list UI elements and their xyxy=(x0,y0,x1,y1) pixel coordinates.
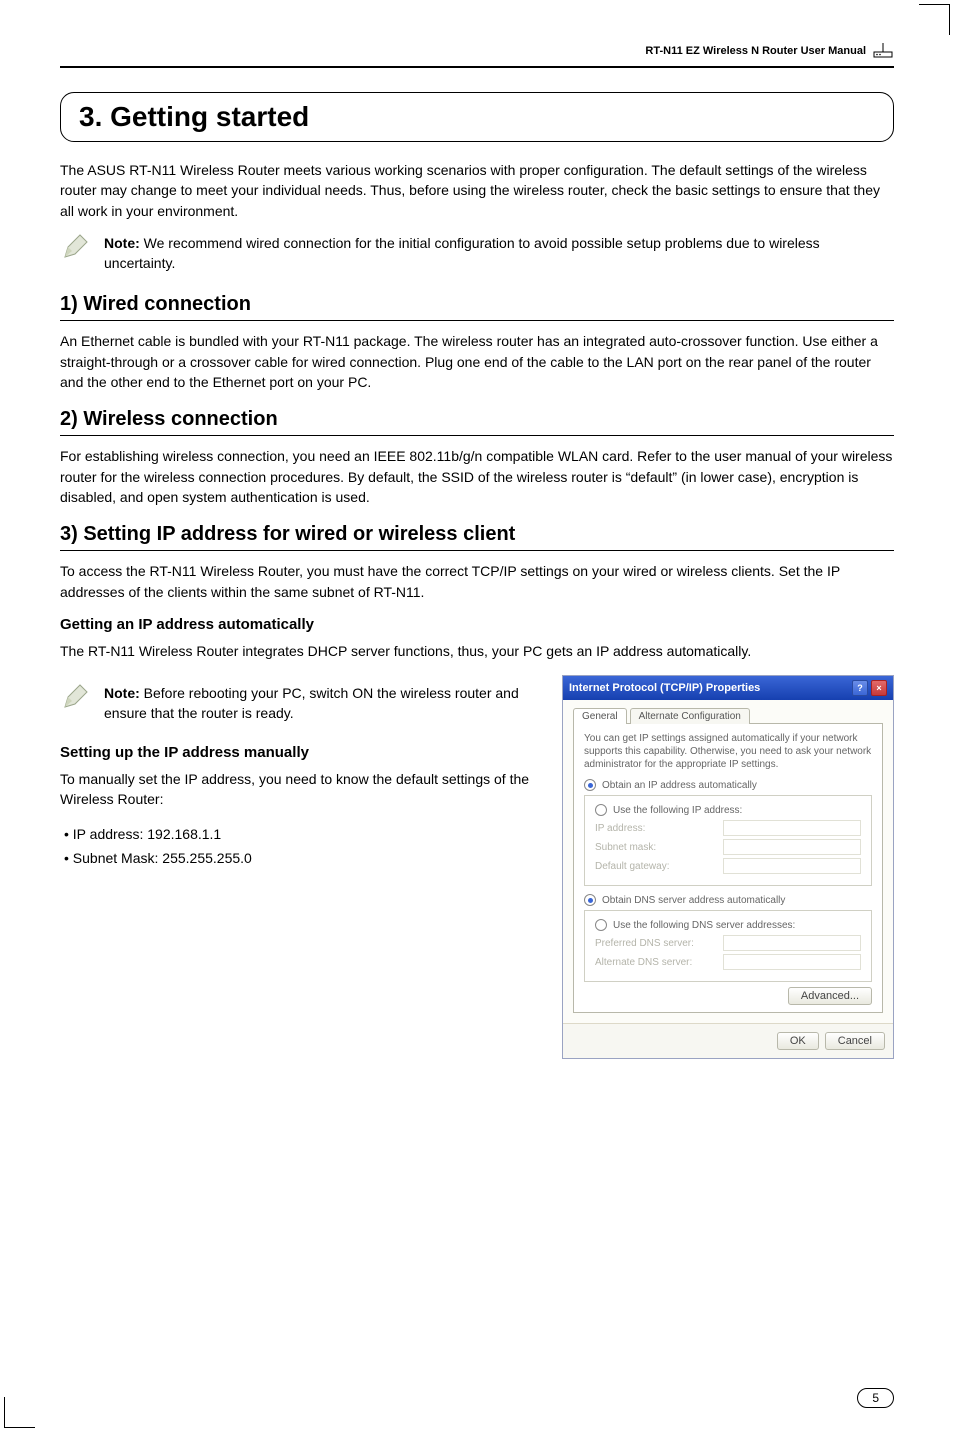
radio-icon xyxy=(595,919,607,931)
note-2-text: Note: Before rebooting your PC, switch O… xyxy=(104,683,542,724)
page-number: 5 xyxy=(857,1388,894,1408)
page-footer: 5 xyxy=(857,1388,894,1408)
subnet-mask-label: Subnet mask: xyxy=(595,842,723,853)
radio-label: Use the following IP address: xyxy=(613,805,742,816)
section-1-title: 1) Wired connection xyxy=(60,293,894,321)
crop-mark-tr xyxy=(919,4,950,35)
note-block-2: Note: Before rebooting your PC, switch O… xyxy=(60,683,542,724)
alt-dns-field[interactable] xyxy=(723,954,861,970)
section-3a-title: Getting an IP address automatically xyxy=(60,616,894,633)
list-item: Subnet Mask: 255.255.255.0 xyxy=(64,847,542,871)
chapter-title: 3. Getting started xyxy=(79,101,875,133)
note-1-text: Note: We recommend wired connection for … xyxy=(104,233,894,274)
section-3b-body: To manually set the IP address, you need… xyxy=(60,769,542,810)
radio-obtain-ip-auto[interactable]: Obtain an IP address automatically xyxy=(584,779,872,791)
close-icon[interactable]: × xyxy=(871,680,887,696)
radio-use-ip-manual[interactable]: Use the following IP address: xyxy=(595,804,861,816)
page-header: RT-N11 EZ Wireless N Router User Manual xyxy=(60,40,894,68)
alt-dns-label: Alternate DNS server: xyxy=(595,957,723,968)
dialog-titlebar: Internet Protocol (TCP/IP) Properties ? … xyxy=(563,676,893,700)
pref-dns-label: Preferred DNS server: xyxy=(595,938,723,949)
ok-button[interactable]: OK xyxy=(777,1032,819,1050)
note-1-label: Note: xyxy=(104,235,140,251)
pencil-icon xyxy=(60,233,90,263)
section-3a-body: The RT-N11 Wireless Router integrates DH… xyxy=(60,641,894,661)
tab-alternate[interactable]: Alternate Configuration xyxy=(630,708,750,724)
tab-general[interactable]: General xyxy=(573,708,627,724)
radio-icon xyxy=(584,894,596,906)
subnet-mask-field[interactable] xyxy=(723,839,861,855)
help-icon[interactable]: ? xyxy=(852,680,868,696)
dialog-description: You can get IP settings assigned automat… xyxy=(584,732,872,771)
radio-icon xyxy=(584,779,596,791)
gateway-field[interactable] xyxy=(723,858,861,874)
pref-dns-field[interactable] xyxy=(723,935,861,951)
ip-manual-group: Use the following IP address: IP address… xyxy=(584,795,872,886)
section-2-body: For establishing wireless connection, yo… xyxy=(60,446,894,507)
tcpip-properties-dialog: Internet Protocol (TCP/IP) Properties ? … xyxy=(562,675,894,1059)
note-1-body: We recommend wired connection for the in… xyxy=(104,235,820,271)
note-2-label: Note: xyxy=(104,685,140,701)
tab-panel-general: You can get IP settings assigned automat… xyxy=(573,723,883,1013)
radio-label: Obtain DNS server address automatically xyxy=(602,895,785,906)
product-label: RT-N11 EZ Wireless N Router User Manual xyxy=(645,45,866,57)
crop-mark-bl xyxy=(4,1397,35,1428)
list-item: IP address: 192.168.1.1 xyxy=(64,823,542,847)
dialog-title: Internet Protocol (TCP/IP) Properties xyxy=(569,682,760,694)
ip-address-label: IP address: xyxy=(595,823,723,834)
radio-label: Obtain an IP address automatically xyxy=(602,780,757,791)
radio-use-dns-manual[interactable]: Use the following DNS server addresses: xyxy=(595,919,861,931)
section-3-body: To access the RT-N11 Wireless Router, yo… xyxy=(60,561,894,602)
pencil-icon xyxy=(60,683,90,713)
note-block-1: Note: We recommend wired connection for … xyxy=(60,233,894,274)
section-3b-title: Setting up the IP address manually xyxy=(60,744,542,761)
radio-icon xyxy=(595,804,607,816)
tab-strip: General Alternate Configuration xyxy=(573,708,883,724)
radio-obtain-dns-auto[interactable]: Obtain DNS server address automatically xyxy=(584,894,872,906)
intro-paragraph: The ASUS RT-N11 Wireless Router meets va… xyxy=(60,160,894,221)
section-3-title: 3) Setting IP address for wired or wirel… xyxy=(60,523,894,551)
chapter-heading-frame: 3. Getting started xyxy=(60,92,894,142)
radio-label: Use the following DNS server addresses: xyxy=(613,920,795,931)
dns-manual-group: Use the following DNS server addresses: … xyxy=(584,910,872,982)
section-2-title: 2) Wireless connection xyxy=(60,408,894,436)
ip-address-field[interactable] xyxy=(723,820,861,836)
router-icon xyxy=(872,40,894,62)
defaults-list: IP address: 192.168.1.1 Subnet Mask: 255… xyxy=(60,823,542,871)
cancel-button[interactable]: Cancel xyxy=(825,1032,885,1050)
section-1-body: An Ethernet cable is bundled with your R… xyxy=(60,331,894,392)
note-2-body: Before rebooting your PC, switch ON the … xyxy=(104,685,519,721)
advanced-button[interactable]: Advanced... xyxy=(788,987,872,1005)
gateway-label: Default gateway: xyxy=(595,861,723,872)
